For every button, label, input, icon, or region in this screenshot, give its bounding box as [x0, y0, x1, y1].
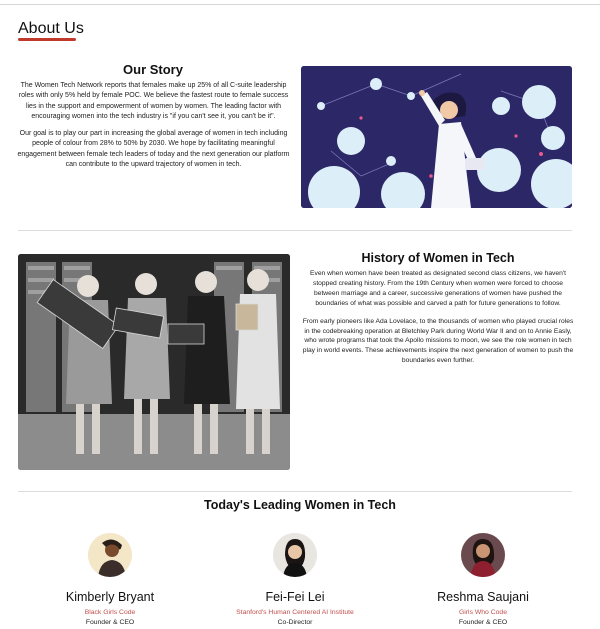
avatar	[273, 533, 317, 577]
leader-role: Founder & CEO	[458, 619, 508, 626]
our-story-heading: Our Story	[123, 62, 183, 77]
leader-name: Fei-Fei Lei	[265, 590, 325, 604]
leader-card-reshma-saujani: Reshma Saujani Girls Who Code Founder & …	[388, 533, 578, 626]
woman-scientist-illustration	[301, 66, 572, 208]
leader-role: Co-Director	[277, 619, 313, 626]
leader-name: Kimberly Bryant	[65, 590, 155, 604]
history-text: Even when women have been treated as des…	[300, 269, 576, 366]
leader-organization: Black Girls Code	[84, 609, 136, 616]
leader-name: Reshma Saujani	[437, 590, 529, 604]
history-paragraph-1: Even when women have been treated as des…	[310, 270, 566, 307]
title-underline	[18, 38, 76, 41]
our-story-text: The Women Tech Network reports that fema…	[16, 81, 291, 170]
avatar	[461, 533, 505, 577]
page-title: About Us	[18, 20, 84, 37]
leader-organization: Stanford's Human Centered AI Institute	[236, 609, 354, 616]
our-story-paragraph-2: Our goal is to play our part in increasi…	[17, 130, 290, 169]
leader-card-fei-fei-lei: Fei-Fei Lei Stanford's Human Centered AI…	[200, 533, 390, 626]
section-divider-1	[18, 230, 572, 231]
leader-card-kimberly-bryant: Kimberly Bryant Black Girls Code Founder…	[15, 533, 205, 626]
leaders-heading: Today's Leading Women in Tech	[204, 498, 396, 512]
our-story-paragraph-1: The Women Tech Network reports that fema…	[18, 82, 289, 120]
leader-role: Founder & CEO	[85, 619, 135, 626]
leader-organization: Girls Who Code	[459, 609, 507, 616]
avatar	[88, 533, 132, 577]
history-heading: History of Women in Tech	[361, 251, 515, 265]
section-divider-2	[18, 491, 572, 492]
top-border	[0, 4, 600, 5]
historic-photo-women-computer-engineers	[18, 254, 290, 470]
history-paragraph-2: From early pioneers like Ada Lovelace, t…	[302, 317, 574, 365]
